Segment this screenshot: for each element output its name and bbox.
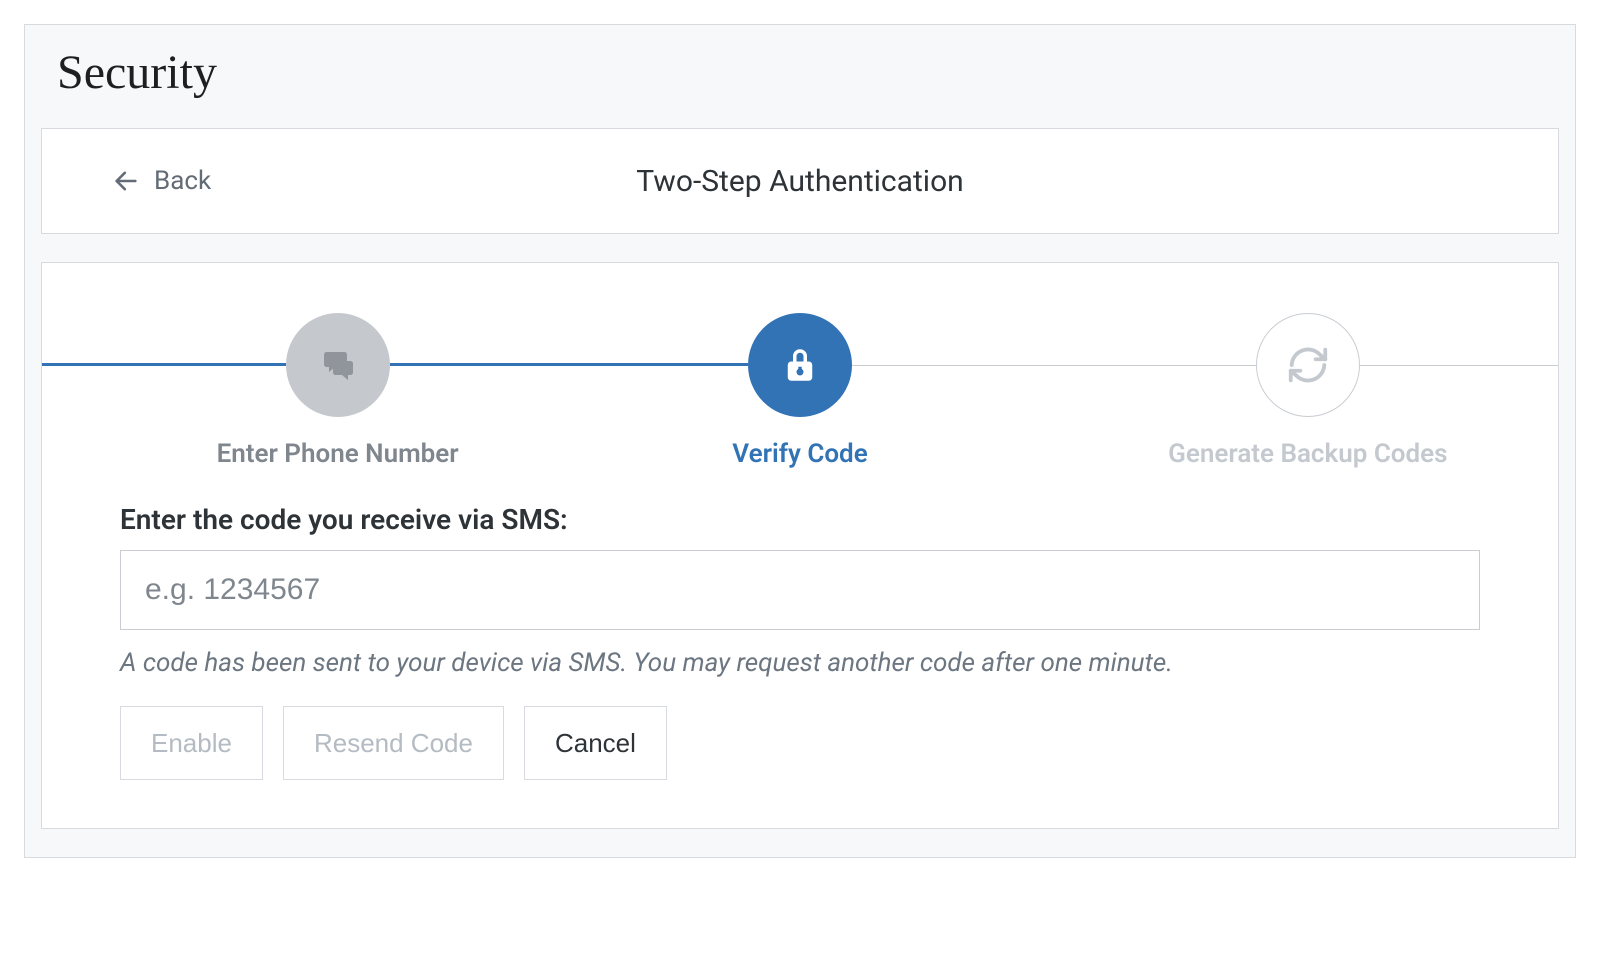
resend-code-button[interactable]: Resend Code [283, 706, 504, 780]
step-label: Enter Phone Number [188, 439, 488, 470]
enable-button[interactable]: Enable [120, 706, 263, 780]
step-backup-codes: Generate Backup Codes [1158, 313, 1458, 470]
button-row: Enable Resend Code Cancel [120, 706, 1480, 780]
verify-form: Enter the code you receive via SMS: A co… [42, 503, 1558, 780]
lock-icon [748, 313, 852, 417]
code-label: Enter the code you receive via SMS: [120, 503, 1480, 536]
stepper-line [390, 363, 748, 366]
step-verify-code: Verify Code [650, 313, 950, 470]
chat-icon [286, 313, 390, 417]
back-button[interactable]: Back [112, 129, 211, 233]
stepper-line [42, 363, 286, 366]
stepper-line [852, 365, 1256, 366]
arrow-left-icon [112, 167, 140, 195]
security-panel: Security Back Two-Step Authentication [24, 24, 1576, 858]
help-text: A code has been sent to your device via … [120, 648, 1480, 678]
back-label: Back [154, 166, 211, 196]
page-title: Security [25, 25, 1575, 128]
section-title: Two-Step Authentication [636, 164, 964, 199]
step-enter-phone: Enter Phone Number [188, 313, 488, 470]
step-label: Verify Code [650, 439, 950, 470]
step-label: Generate Backup Codes [1158, 439, 1458, 470]
refresh-icon [1256, 313, 1360, 417]
code-input[interactable] [120, 550, 1480, 630]
cancel-button[interactable]: Cancel [524, 706, 667, 780]
content-card: Enter Phone Number Verify Code [41, 262, 1559, 829]
progress-stepper: Enter Phone Number Verify Code [42, 263, 1558, 493]
stepper-line [1360, 365, 1558, 366]
section-header: Back Two-Step Authentication [41, 128, 1559, 234]
